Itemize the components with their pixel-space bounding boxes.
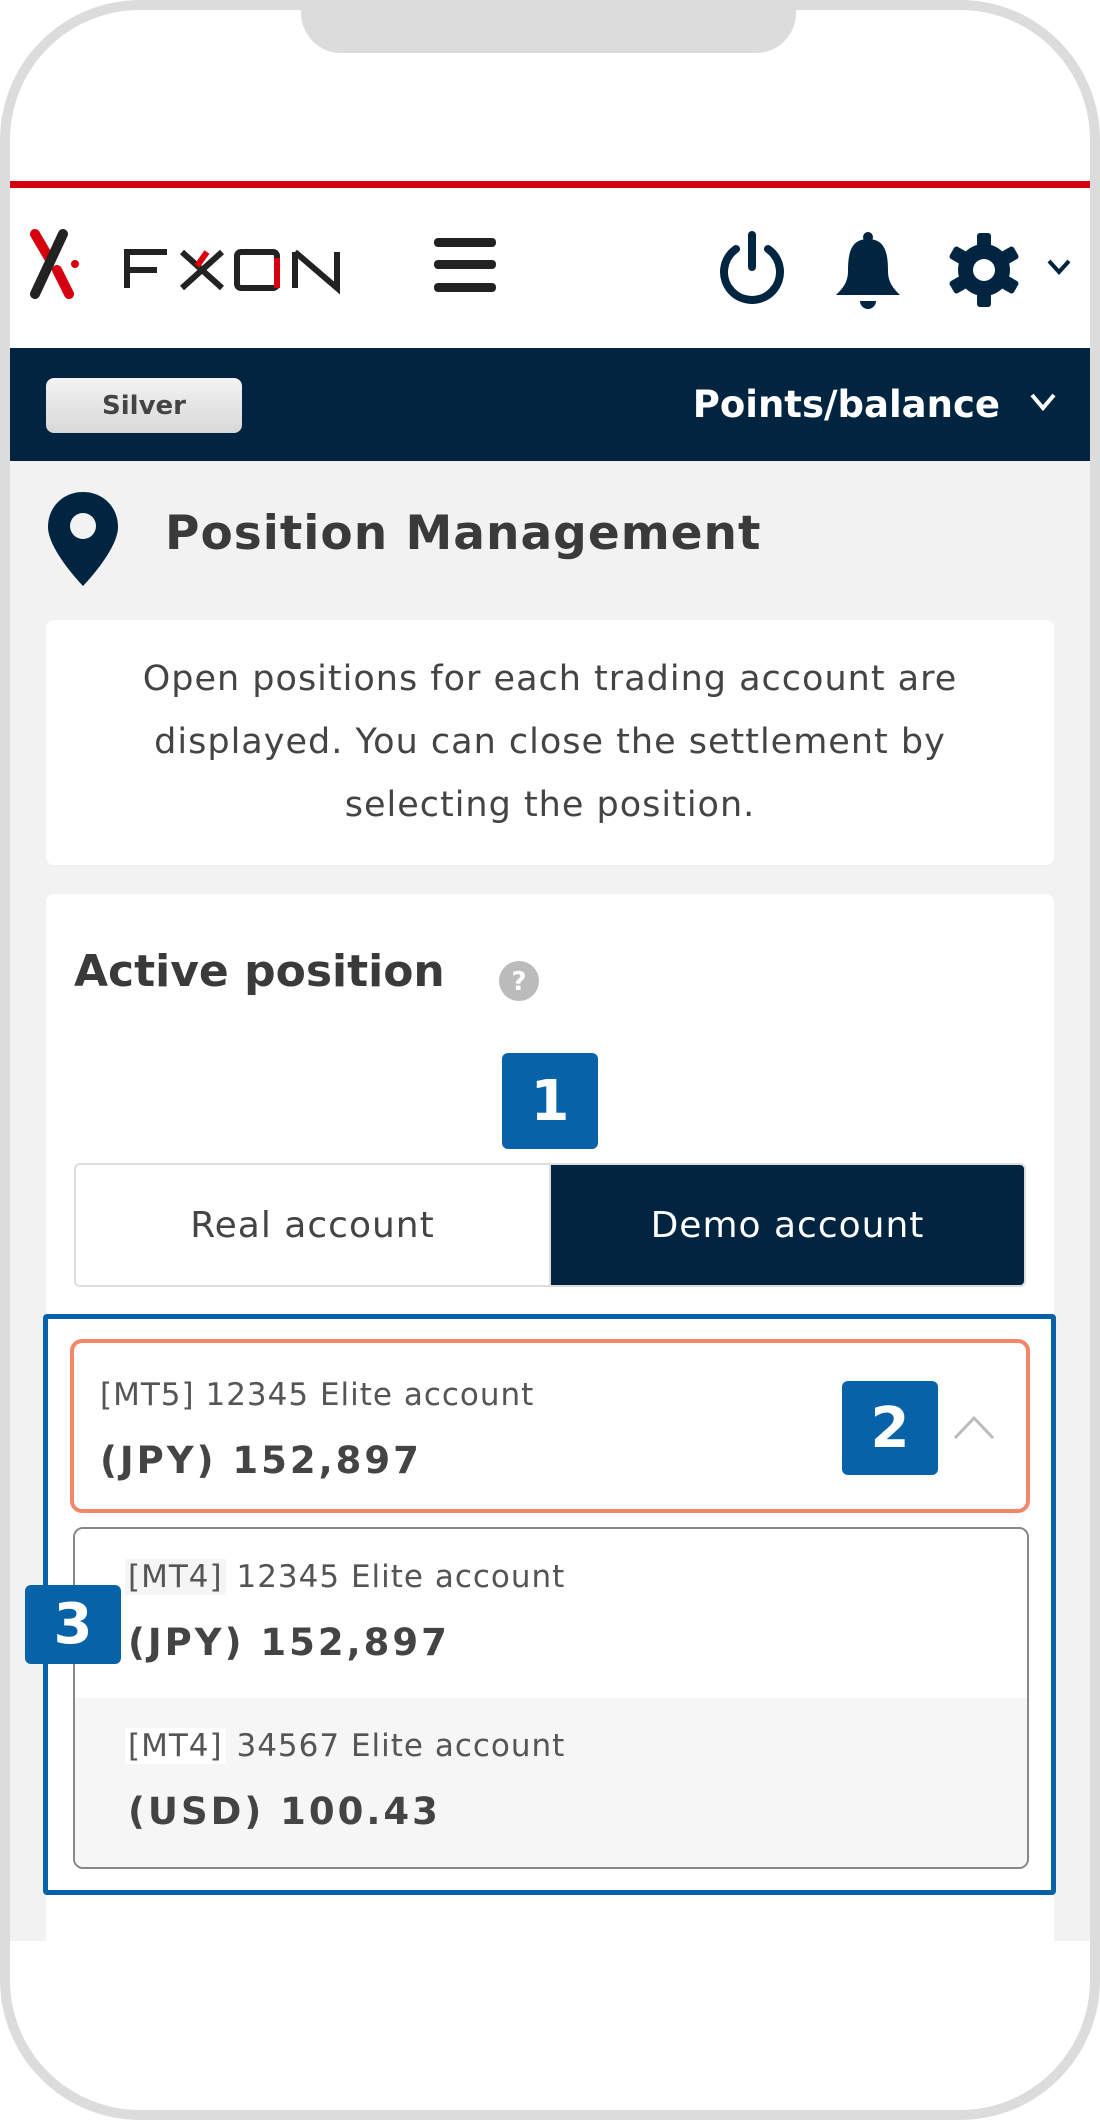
account-name: 34567 Elite account [236, 1728, 566, 1764]
selected-account-label: [MT5] 12345 Elite account [100, 1377, 534, 1413]
platform-tag: [MT4] [125, 1559, 226, 1595]
selected-account-balance: (JPY) 152,897 [100, 1439, 422, 1482]
hamburger-menu-icon[interactable] [434, 236, 496, 298]
annotation-badge-2: 2 [842, 1381, 938, 1475]
tab-real-account[interactable]: Real account [76, 1165, 551, 1285]
page-title: Position Management [165, 506, 762, 561]
gear-icon[interactable] [947, 233, 1021, 311]
tab-demo-account[interactable]: Demo account [551, 1165, 1024, 1285]
option-label: [MT4] 34567 Elite account [125, 1728, 565, 1764]
brand-accent-line [10, 181, 1090, 188]
help-icon[interactable]: ? [498, 960, 540, 1006]
app-screen: Silver Points/balance Position Managemen… [10, 181, 1090, 1941]
app-header [10, 188, 1090, 348]
account-dropdown-list: [MT4] 12345 Elite account (JPY) 152,897 … [73, 1527, 1029, 1869]
fxon-logo[interactable] [27, 228, 372, 300]
account-name: 12345 Elite account [205, 1377, 535, 1413]
account-name: 12345 Elite account [236, 1559, 566, 1595]
location-pin-icon [46, 490, 120, 592]
active-position-heading: Active position [74, 946, 445, 997]
phone-notch [301, 0, 796, 53]
account-option[interactable]: [MT4] 34567 Elite account (USD) 100.43 [75, 1698, 1027, 1867]
account-option[interactable]: [MT4] 12345 Elite account (JPY) 152,897 [75, 1529, 1027, 1698]
account-navbar: Silver Points/balance [10, 348, 1090, 461]
platform-tag: [MT5] [100, 1377, 195, 1413]
option-balance: (JPY) 152,897 [128, 1621, 450, 1664]
option-balance: (USD) 100.43 [128, 1790, 441, 1833]
annotation-badge-1: 1 [502, 1053, 598, 1149]
page-description: Open positions for each trading account … [46, 620, 1054, 865]
svg-text:?: ? [511, 967, 526, 997]
points-chevron-down-icon[interactable] [1029, 391, 1057, 417]
power-icon[interactable] [716, 231, 788, 313]
points-balance-toggle[interactable]: Points/balance [693, 348, 1000, 461]
rank-badge[interactable]: Silver [46, 378, 242, 433]
account-type-toggle: Real account Demo account [74, 1163, 1026, 1287]
chevron-up-icon[interactable] [952, 1413, 996, 1445]
annotation-badge-3: 3 [25, 1585, 121, 1664]
description-text: Open positions for each trading account … [142, 659, 958, 825]
bell-icon[interactable] [832, 231, 904, 315]
platform-tag: [MT4] [125, 1728, 226, 1764]
option-label: [MT4] 12345 Elite account [125, 1559, 565, 1595]
chevron-down-icon[interactable] [1046, 258, 1072, 280]
